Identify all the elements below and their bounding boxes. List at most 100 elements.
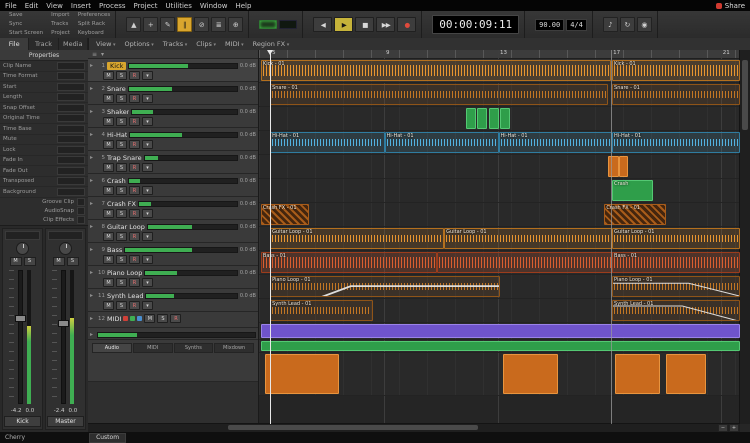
track-gain[interactable]: 0.0 dB [240, 132, 256, 138]
solo-button[interactable]: S [116, 117, 127, 126]
prop-value-field[interactable] [57, 62, 85, 70]
midi-clip[interactable] [466, 108, 476, 129]
menu-tv-view[interactable]: View [96, 40, 116, 48]
track-gain[interactable]: 0.0 dB [240, 247, 256, 253]
share-button[interactable]: Share [716, 2, 745, 10]
expand-icon[interactable]: ▸ [90, 315, 95, 322]
prop-value-field[interactable] [57, 167, 85, 175]
audio-clip[interactable] [608, 156, 619, 177]
track-name[interactable]: Piano Loop [107, 269, 142, 277]
strip-name[interactable]: Master [47, 416, 83, 427]
expand-icon[interactable]: ▸ [90, 154, 95, 161]
mute-button[interactable]: M [103, 94, 114, 103]
solo-button[interactable]: S [116, 301, 127, 310]
workspace-tab[interactable]: Custom [89, 433, 126, 443]
solo-button[interactable]: S [116, 232, 127, 241]
solo-button[interactable]: S [116, 94, 127, 103]
filter-tab-synths[interactable]: Synths [174, 343, 214, 353]
track-gain[interactable]: 0.0 dB [240, 109, 256, 115]
lane-shaker[interactable] [259, 107, 740, 131]
solo-button[interactable]: S [116, 186, 127, 195]
expand-icon[interactable]: ▸ [90, 108, 95, 115]
arm-button[interactable]: R [129, 140, 140, 149]
audio-clip[interactable]: Crash FX - 01 [604, 204, 666, 225]
prop-value-field[interactable] [57, 83, 85, 91]
mute-button[interactable]: M [144, 314, 155, 323]
save-button[interactable]: Save [9, 12, 43, 19]
expand-icon[interactable]: ▸ [90, 223, 95, 230]
track-header-midi[interactable]: ▸12MIDI MSR [88, 312, 258, 328]
zoom-in-button[interactable]: + [729, 424, 739, 432]
lane-crash[interactable]: Crash [259, 179, 740, 203]
audio-clip[interactable]: Hi-Hat - 01 [270, 132, 385, 153]
track-gain[interactable]: 0.0 dB [240, 86, 256, 92]
track-gain[interactable]: 0.0 dB [240, 201, 256, 207]
groove-clip-checkbox[interactable] [77, 198, 85, 206]
arm-button[interactable]: R [129, 232, 140, 241]
menu-utilities[interactable]: Utilities [166, 2, 192, 10]
snap-mode-led[interactable] [279, 20, 297, 29]
now-time-display[interactable]: 00:00:09:11 [432, 15, 519, 34]
tempo-display[interactable]: 90.00 [535, 19, 564, 31]
lane-kick[interactable]: Kick - 01 Kick - 01 [259, 59, 740, 83]
punch-icon[interactable]: ◉ [637, 17, 652, 32]
track-name[interactable]: Hi-Hat [107, 131, 127, 139]
project-button[interactable]: Project [51, 30, 70, 37]
track-name[interactable]: Shaker [107, 108, 129, 116]
arm-button[interactable]: R [129, 186, 140, 195]
menu-tv-regionfx[interactable]: Region FX [253, 40, 290, 48]
playhead-marker[interactable] [267, 50, 273, 55]
horizontal-scrollbar-thumb[interactable] [228, 425, 478, 430]
strip-name[interactable]: Kick [4, 416, 40, 427]
track-name[interactable]: MIDI [107, 315, 121, 323]
expand-icon[interactable]: ▸ [90, 246, 95, 253]
audio-clip[interactable]: Snare - 01 [612, 84, 740, 105]
mute-button[interactable]: M [103, 163, 114, 172]
io-dropdown-icon[interactable]: ▾ [142, 94, 153, 103]
midi-clip[interactable] [477, 108, 487, 129]
snap-enabled-led[interactable] [259, 20, 277, 29]
io-dropdown-icon[interactable]: ▾ [142, 140, 153, 149]
audio-clip[interactable]: Crash FX - 01 [261, 204, 309, 225]
track-header-kick[interactable]: ▸1Kick0.0 dB MSR▾ [88, 59, 258, 82]
menu-process[interactable]: Process [99, 2, 126, 10]
audio-clip[interactable] [265, 354, 339, 394]
tab-file[interactable]: File [0, 38, 29, 50]
lane-synthlead[interactable]: Synth Lead - 01 Synth Lead - 01 [259, 299, 740, 323]
audio-clip[interactable]: Bass - 01 [261, 252, 437, 273]
expand-icon[interactable]: ▸ [90, 269, 95, 276]
preferences-button[interactable]: Preferences [78, 12, 110, 19]
audio-clip[interactable] [619, 156, 628, 177]
strip-mute-button[interactable]: M [10, 257, 22, 266]
lane-guitarloop[interactable]: Guitar Loop - 01 Guitar Loop - 01 Guitar… [259, 227, 740, 251]
audio-clip[interactable]: Guitar Loop - 01 [270, 228, 444, 249]
arm-button[interactable]: R [129, 163, 140, 172]
lane-trapsnare[interactable] [259, 155, 740, 179]
folder-subtrack-header[interactable]: ▸ [88, 328, 258, 340]
track-gain[interactable]: 0.0 dB [240, 270, 256, 276]
record-button[interactable]: ● [397, 17, 416, 32]
folder-icon[interactable]: ▸ [90, 331, 95, 338]
lane-folder-green[interactable] [259, 340, 740, 353]
fx-bin[interactable] [5, 231, 40, 240]
lane-bass[interactable]: Bass - 01 Bass - 01 [259, 251, 740, 275]
audio-clip[interactable]: Crash [612, 180, 653, 201]
collapse-icon[interactable]: ▾ [101, 51, 104, 58]
expand-icon[interactable]: ▸ [90, 292, 95, 299]
automation-envelope[interactable] [613, 277, 739, 297]
arm-button[interactable]: R [129, 209, 140, 218]
mute-button[interactable]: M [103, 117, 114, 126]
arm-button[interactable]: R [129, 117, 140, 126]
track-name[interactable]: Kick [107, 62, 126, 70]
track-name[interactable]: Crash [107, 177, 126, 185]
track-header-trapsnare[interactable]: ▸5Trap Snare0.0 dB MSR▾ [88, 151, 258, 174]
zoom-out-button[interactable]: − [718, 424, 728, 432]
playhead-line[interactable] [270, 50, 271, 424]
volume-fader[interactable] [4, 268, 41, 407]
track-header-crashfx[interactable]: ▸7Crash FX0.0 dB MSR▾ [88, 197, 258, 220]
io-dropdown-icon[interactable]: ▾ [142, 117, 153, 126]
start-screen-button[interactable]: Start Screen [9, 30, 43, 37]
mute-button[interactable]: M [103, 278, 114, 287]
expand-icon[interactable]: ▸ [90, 131, 95, 138]
mute-button[interactable]: M [103, 209, 114, 218]
